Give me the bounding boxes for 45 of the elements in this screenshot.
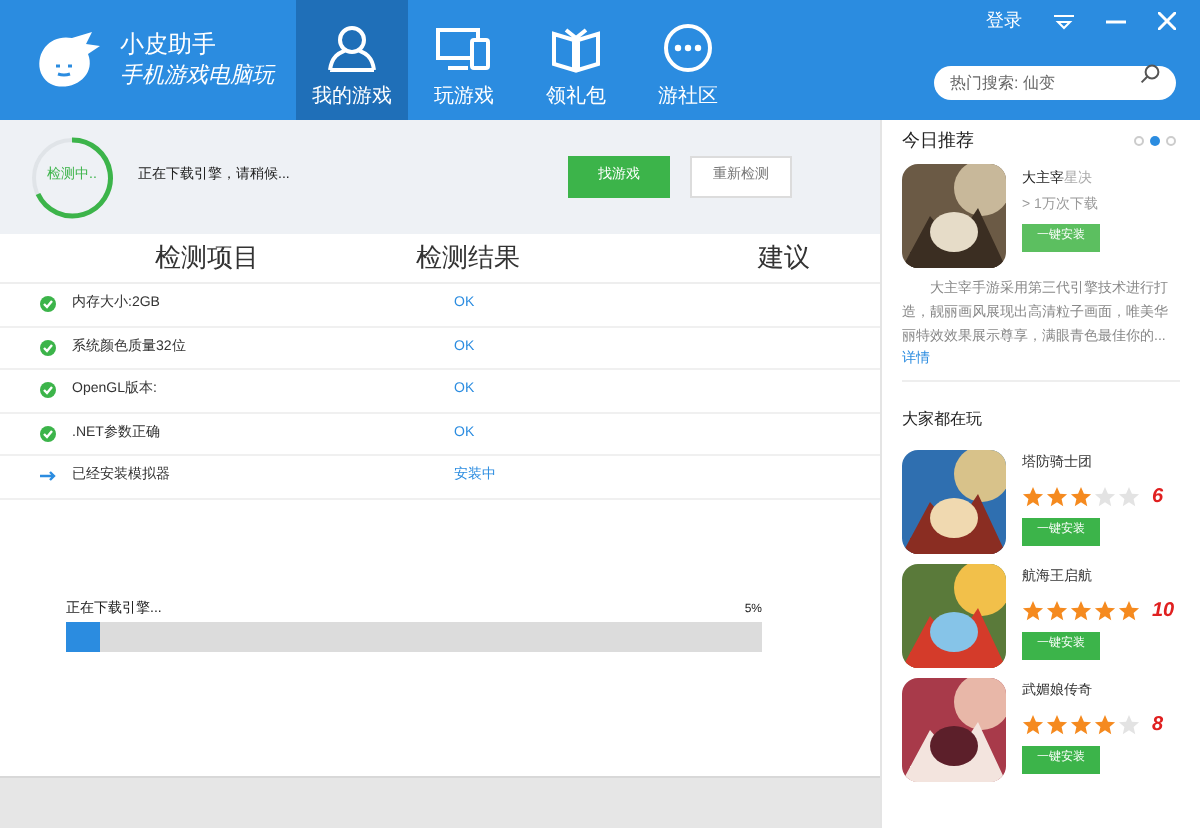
check-icon (40, 296, 56, 313)
arrow-right-icon (40, 470, 56, 483)
star-icon (1094, 485, 1116, 507)
nav-tab[interactable]: 玩游戏 (408, 0, 520, 120)
close-icon[interactable] (1158, 12, 1176, 31)
rating-score: 8 (1152, 711, 1164, 739)
column-header: 建议 (756, 240, 812, 277)
star-icon (1046, 713, 1068, 735)
star-icon (1070, 713, 1092, 735)
star-icon (1046, 485, 1068, 507)
star-icon (1118, 599, 1140, 621)
star-icon (1070, 485, 1092, 507)
chat-icon (662, 22, 714, 74)
star-icon (1022, 485, 1044, 507)
star-icon (1022, 713, 1044, 735)
devices-icon (436, 26, 492, 74)
nav-tab[interactable]: 我的游戏 (296, 0, 408, 120)
app-slogan: 手机游戏电脑玩 (120, 61, 274, 92)
check-icon (40, 425, 56, 442)
star-icon (1094, 599, 1116, 621)
check-icon (40, 339, 56, 356)
rating-score: 6 (1152, 483, 1164, 511)
star-icon (1118, 485, 1140, 507)
section-title: 今日推荐 (902, 128, 974, 154)
book-icon (550, 26, 602, 74)
app-name: 小皮助手 (120, 28, 218, 60)
section-title: 大家都在玩 (902, 410, 982, 428)
star-icon (1094, 713, 1116, 735)
search-field[interactable]: 热门搜索: 仙变 (934, 65, 1176, 99)
column-header: 检测项目 (153, 240, 261, 277)
nav-tab[interactable]: 游社区 (632, 0, 744, 120)
check-icon (40, 382, 56, 399)
person-icon (326, 22, 378, 74)
dropdown-menu-icon[interactable] (1054, 13, 1074, 30)
rating-score: 10 (1152, 597, 1175, 625)
star-icon (1118, 713, 1140, 735)
star-icon (1070, 599, 1092, 621)
login-link[interactable]: 登录 (986, 8, 1022, 35)
star-icon (1046, 599, 1068, 621)
column-header: 检测结果 (414, 240, 522, 277)
search-icon[interactable] (1140, 63, 1160, 83)
star-icon (1022, 599, 1044, 621)
progress-ring-icon (30, 135, 114, 219)
minimize-icon[interactable] (1106, 19, 1126, 24)
nav-tab[interactable]: 领礼包 (520, 0, 632, 120)
